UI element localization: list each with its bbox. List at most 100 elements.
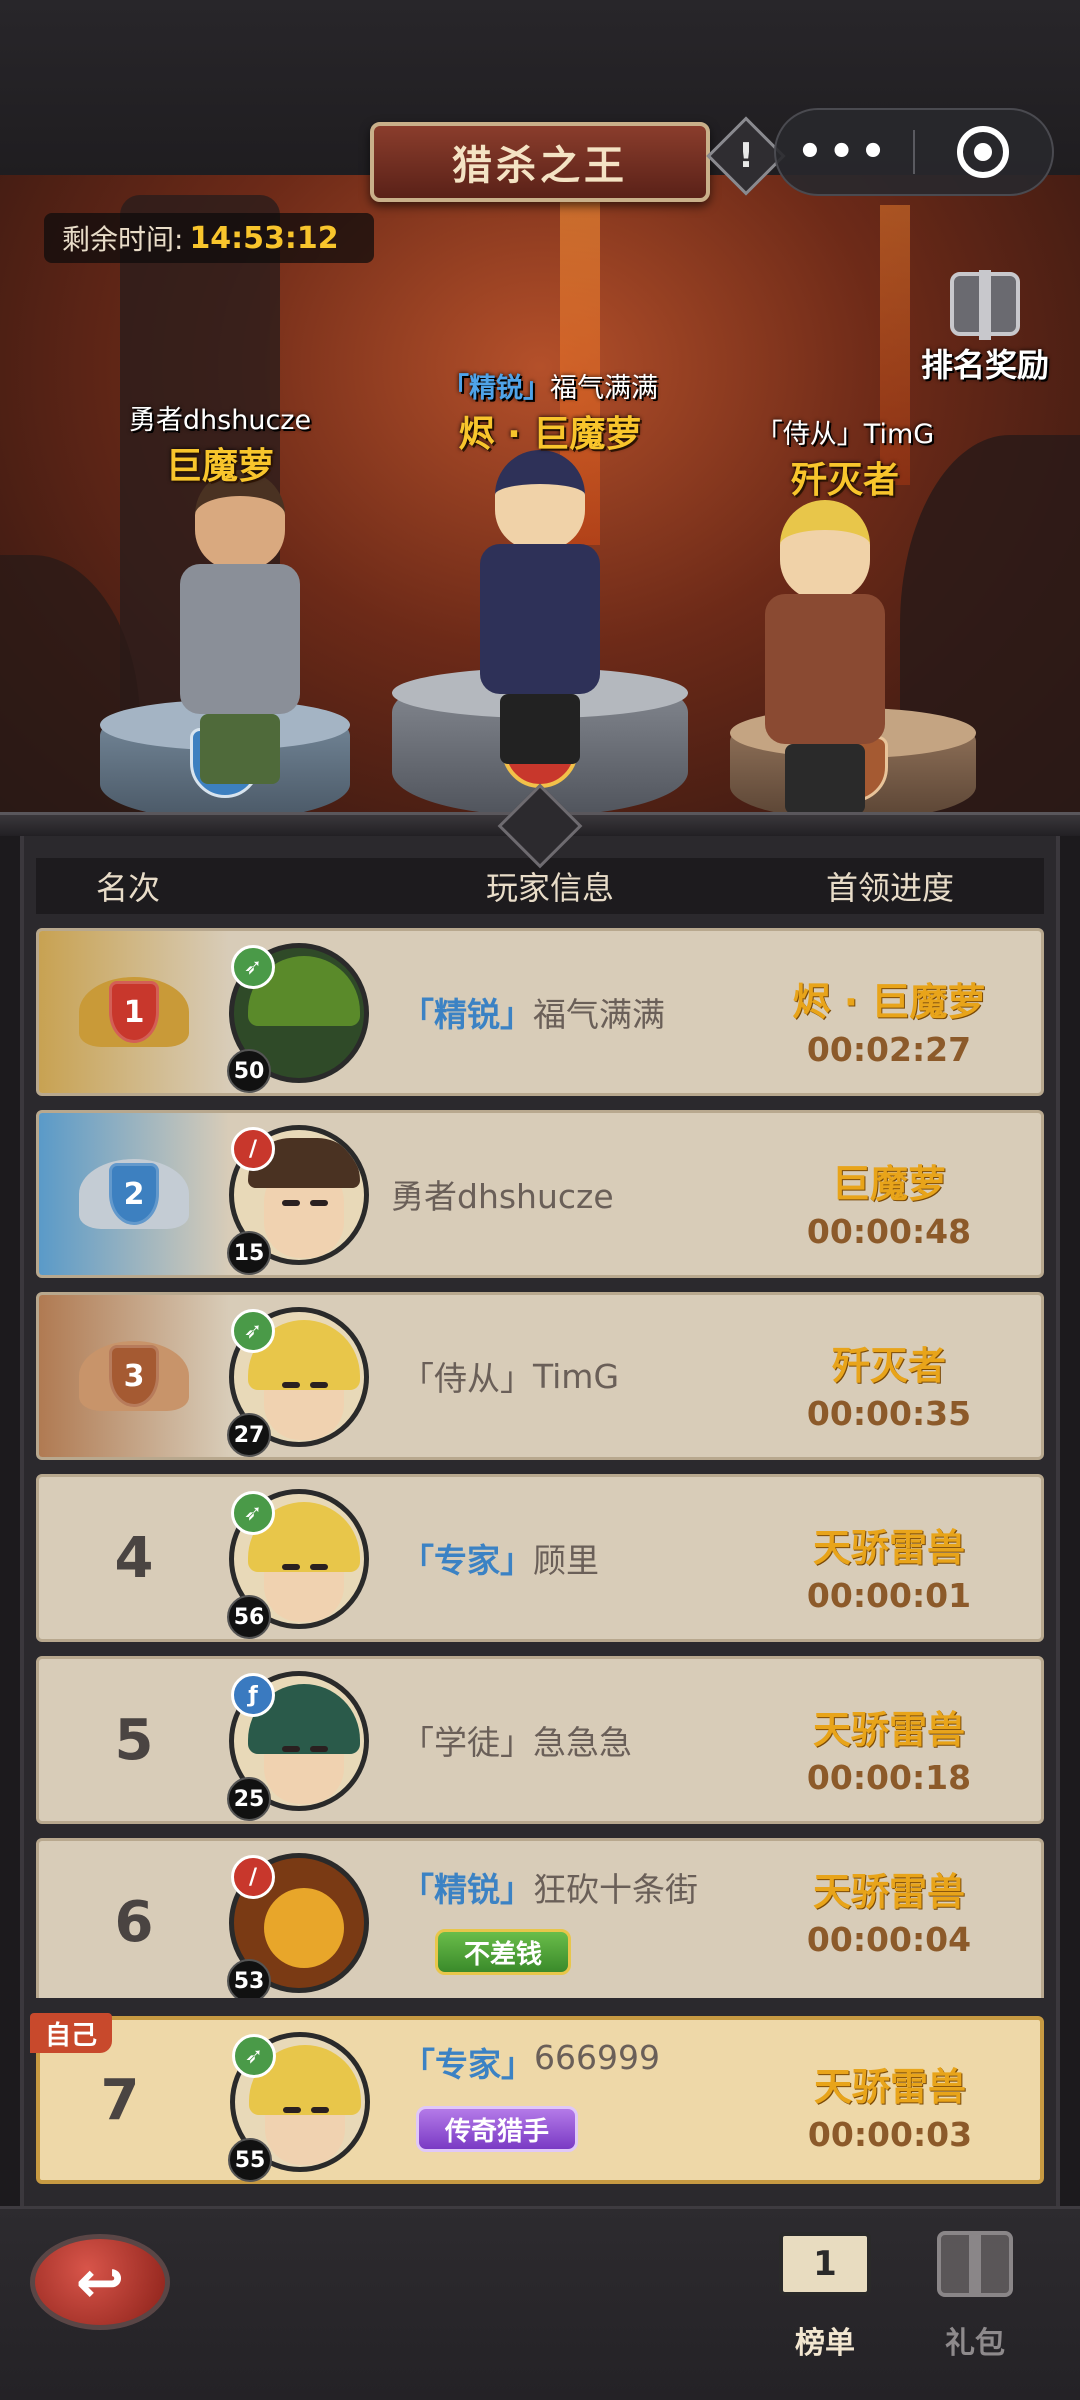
podium-player-tag: 「侍从」 (755, 419, 864, 450)
gift-tab[interactable]: 礼包 (910, 2214, 1040, 2362)
gift-box-icon (925, 2214, 1025, 2314)
boss-progress: 巨魔萝 00:00:48 (759, 1153, 1019, 1251)
podium-player-name: 勇者dhshucze (128, 405, 312, 436)
boss-progress: 天骄雷兽 00:00:01 (759, 1517, 1019, 1615)
rank-3-badge-icon: 3 (79, 1331, 189, 1421)
gift-label: 礼包 (945, 2326, 1005, 2361)
player-name[interactable]: 勇者dhshucze (391, 1113, 614, 1275)
back-button[interactable]: ↩ (30, 2234, 170, 2330)
podium-icon: 1 (775, 2214, 875, 2314)
podium-3-name: 「侍从」TimG 歼灭者 (730, 412, 960, 503)
blue-staff-icon: ƒ (231, 1673, 275, 1717)
player-title-badge: 不差钱 (435, 1929, 572, 1975)
rank-cell: 6 (39, 1841, 229, 1998)
player-name[interactable]: 「学徒」 急急急 (401, 1659, 632, 1821)
podium-boss-name: 烬 · 巨魔萝 (458, 414, 642, 455)
miniprogram-capsule: ••• (774, 108, 1054, 196)
podium-player-name: 福气满满 (550, 373, 658, 404)
target-icon (957, 126, 1010, 178)
player-level: 50 (227, 1049, 271, 1093)
countdown-timer: 剩余时间: 14:53:12 (44, 213, 374, 263)
leaderboard-label: 榜单 (795, 2326, 855, 2361)
clear-time: 00:02:27 (806, 1030, 972, 1069)
rank-number: 4 (114, 1525, 154, 1591)
rank-2-badge-icon: 2 (79, 1149, 189, 1239)
clear-time: 00:00:01 (806, 1576, 972, 1615)
green-bow-icon: ➶ (232, 2034, 276, 2078)
hero-elf-archer (740, 500, 910, 814)
player-name[interactable]: 「侍从」 TimG (401, 1295, 619, 1457)
podium-1-name: 「精锐」福气满满 烬 · 巨魔萝 (400, 366, 700, 457)
player-level: 15 (227, 1231, 271, 1275)
col-player: 玩家信息 (486, 869, 615, 907)
hero-warrior (150, 470, 330, 784)
clear-time: 00:00:48 (806, 1212, 972, 1251)
clear-time: 00:00:35 (806, 1394, 972, 1433)
rank-number: 6 (114, 1889, 154, 1955)
more-menu-button[interactable]: ••• (776, 129, 913, 175)
gift-icon (950, 270, 1020, 340)
boss-progress: 天骄雷兽 00:00:18 (759, 1699, 1019, 1797)
podium-boss-name: 歼灭者 (790, 460, 899, 501)
red-sword-icon: / (231, 1855, 275, 1899)
podium-player-tag: 「精锐」 (442, 373, 550, 404)
boss-name: 巨魔萝 (831, 1162, 946, 1206)
col-progress: 首领进度 (826, 869, 955, 907)
boss-name: 歼灭者 (831, 1344, 946, 1388)
clear-time: 00:00:03 (807, 2115, 973, 2154)
rank-cell: 5 (39, 1659, 229, 1821)
player-name[interactable]: 「精锐」 福气满满 (401, 931, 665, 1093)
boss-name: 天骄雷兽 (812, 1870, 965, 1914)
col-rank: 名次 (96, 869, 161, 907)
player-title-badge: 传奇猎手 (416, 2106, 579, 2152)
player-name[interactable]: 「精锐」 狂砍十条街 (401, 1863, 698, 1911)
player-level: 56 (227, 1595, 271, 1639)
close-miniprogram-button[interactable] (915, 126, 1052, 178)
rank-number: 5 (114, 1707, 154, 1773)
boss-name: 天骄雷兽 (812, 1526, 965, 1570)
green-bow-icon: ➶ (231, 1491, 275, 1535)
boss-progress: 歼灭者 00:00:35 (759, 1335, 1019, 1433)
boss-name: 天骄雷兽 (813, 2065, 966, 2109)
rank-cell: 3 (39, 1295, 229, 1457)
podium-2-name: 勇者dhshucze 巨魔萝 (100, 398, 340, 489)
rank-cell: 1 (39, 931, 229, 1093)
rank-reward-button[interactable]: 排名奖励 (910, 270, 1060, 386)
red-sword-icon: / (231, 1127, 275, 1171)
boss-progress: 烬 · 巨魔萝 00:02:27 (759, 971, 1019, 1069)
rank-cell: 4 (39, 1477, 229, 1639)
green-bow-icon: ➶ (231, 1309, 275, 1353)
player-level: 53 (227, 1959, 271, 1998)
leaderboard-row[interactable]: 2 / 15 勇者dhshucze 巨魔萝 00:00:48 (36, 1110, 1044, 1278)
leaderboard-row[interactable]: 3 ➶ 27 「侍从」 TimG 歼灭者 00:00:35 (36, 1292, 1044, 1460)
hunting-king-screen: 猎杀之王 ! ••• 剩余时间: 14:53:12 排名奖励 勇者dhshucz… (0, 0, 1080, 2400)
player-level: 55 (228, 2138, 272, 2182)
timer-label: 剩余时间: (62, 223, 184, 256)
back-arrow-icon: ↩ (75, 2248, 125, 2316)
rank-number: 7 (100, 2067, 140, 2133)
leaderboard-row[interactable]: 4 ➶ 56 「专家」 顾里 天骄雷兽 00:00:01 (36, 1474, 1044, 1642)
player-level: 25 (227, 1777, 271, 1821)
clear-time: 00:00:04 (806, 1920, 972, 1959)
self-rank-row[interactable]: 7 ➶ 55 「专家」 666999 传奇猎手 天骄雷兽 00:00:03 (36, 2016, 1044, 2184)
leaderboard-row[interactable]: 5 ƒ 25 「学徒」 急急急 天骄雷兽 00:00:18 (36, 1656, 1044, 1824)
rank-1-badge-icon: 1 (79, 967, 189, 1057)
boss-progress: 天骄雷兽 00:00:04 (759, 1861, 1019, 1959)
hero-hooded-archer (450, 450, 630, 764)
player-name[interactable]: 「专家」 顾里 (401, 1477, 599, 1639)
green-bow-icon: ➶ (231, 945, 275, 989)
leaderboard-list[interactable]: 1 ➶ 50 「精锐」 福气满满 烬 · 巨魔萝 00:02:27 2 / 15… (36, 928, 1044, 1998)
player-name[interactable]: 「专家」 666999 (402, 2038, 660, 2086)
podium-boss-name: 巨魔萝 (165, 446, 274, 487)
timer-value: 14:53:12 (189, 220, 339, 256)
leaderboard-tab[interactable]: 1 榜单 (760, 2214, 890, 2362)
clear-time: 00:00:18 (806, 1758, 972, 1797)
boss-name: 烬 · 巨魔萝 (792, 980, 986, 1024)
leaderboard-row[interactable]: 1 ➶ 50 「精锐」 福气满满 烬 · 巨魔萝 00:02:27 (36, 928, 1044, 1096)
rank-cell: 2 (39, 1113, 229, 1275)
leaderboard-row[interactable]: 6 / 53 「精锐」 狂砍十条街 不差钱 天骄雷兽 00:00:04 (36, 1838, 1044, 1998)
self-label: 自己 (30, 2013, 112, 2053)
boss-progress: 天骄雷兽 00:00:03 (760, 2056, 1020, 2154)
boss-name: 天骄雷兽 (812, 1708, 965, 1752)
podium-player-name: TimG (863, 419, 935, 450)
